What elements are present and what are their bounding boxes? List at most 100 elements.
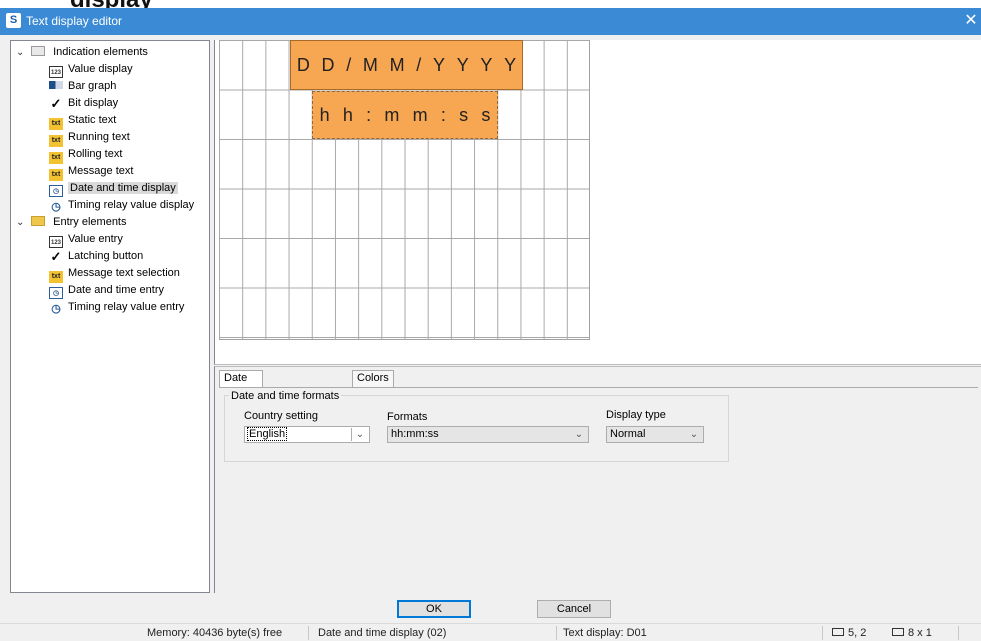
time-cell: h — [342, 104, 353, 125]
status-separator — [308, 626, 309, 640]
combo-separator — [351, 428, 352, 441]
time-display-element[interactable]: h h : m m : s s — [312, 91, 498, 139]
tree-group-indication[interactable]: ⌄ Indication elements — [16, 44, 148, 61]
date-cell: M — [362, 54, 378, 75]
close-icon[interactable]: ✕ — [963, 11, 979, 31]
tree-item-rolling-text[interactable]: txt Rolling text — [49, 146, 123, 164]
chevron-down-icon[interactable]: ⌄ — [16, 44, 28, 61]
time-cell: s — [459, 104, 469, 125]
tree-item-label: Value entry — [68, 233, 123, 245]
page-header-fragment: display — [0, 0, 981, 8]
display-type-value: Normal — [610, 428, 646, 440]
date-time-formats-group: Date and time formats Country setting En… — [224, 390, 729, 462]
date-cell: / — [416, 54, 422, 75]
timing-relay-display-icon: ◷ — [51, 201, 61, 213]
tab-content: Date and time formats Country setting En… — [219, 387, 978, 590]
date-cell: Y — [480, 54, 493, 75]
status-separator — [958, 626, 959, 640]
tree-item-bit-display[interactable]: ✓ Bit display — [49, 95, 119, 112]
tree-item-label: Rolling text — [68, 148, 123, 160]
status-display: Text display: D01 — [563, 627, 647, 639]
element-tree[interactable]: ⌄ Indication elements 123 Value display B… — [10, 40, 210, 593]
status-bar: Memory: 40436 byte(s) free Date and time… — [0, 623, 981, 641]
group-title: Date and time formats — [229, 390, 342, 402]
tree-item-value-entry[interactable]: 123 Value entry — [49, 231, 123, 248]
display-canvas[interactable]: D D / M M / Y Y Y Y h h : m m : s s — [214, 40, 981, 365]
tree-item-message-text-selection[interactable]: txt Message text selection — [49, 265, 180, 283]
time-cell: : — [366, 104, 372, 125]
tree-item-label: Date and time display — [68, 182, 178, 194]
formats-select[interactable]: hh:mm:ss ⌄ — [387, 426, 589, 443]
value-display-icon: 123 — [49, 66, 63, 78]
tree-item-message-text[interactable]: txt Message text — [49, 163, 133, 181]
tree-item-static-text[interactable]: txt Static text — [49, 112, 117, 130]
tree-group-label: Indication elements — [53, 46, 148, 58]
properties-panel: Date and time display (02) Colors Date a… — [214, 366, 981, 593]
status-position-value: 5, 2 — [848, 627, 867, 639]
date-cell: Y — [504, 54, 517, 75]
tree-item-label: Bit display — [68, 97, 119, 109]
time-cell: h — [319, 104, 330, 125]
date-cell: / — [346, 54, 352, 75]
date-display-element[interactable]: D D / M M / Y Y Y Y — [290, 40, 523, 90]
formats-value: hh:mm:ss — [391, 428, 439, 440]
country-setting-value: English — [246, 427, 288, 441]
status-size-value: 8 x 1 — [908, 627, 932, 639]
time-cell: m — [412, 104, 428, 125]
position-icon — [832, 628, 844, 636]
status-memory: Memory: 40436 byte(s) free — [147, 627, 283, 639]
chevron-down-icon[interactable]: ⌄ — [353, 427, 367, 442]
date-time-entry-icon: ◷ — [49, 287, 63, 299]
tree-item-running-text[interactable]: txt Running text — [49, 129, 130, 147]
display-grid[interactable]: D D / M M / Y Y Y Y h h : m m : s s — [219, 40, 590, 340]
checkmark-icon: ✓ — [50, 96, 62, 111]
tree-item-date-time-display[interactable]: ◷ Date and time display — [49, 180, 178, 197]
tree-group-label: Entry elements — [53, 216, 127, 228]
tree-item-latching-button[interactable]: ✓ Latching button — [49, 248, 144, 265]
country-setting-select[interactable]: English ⌄ — [244, 426, 370, 443]
time-cell: : — [440, 104, 446, 125]
chevron-down-icon[interactable]: ⌄ — [687, 427, 701, 442]
timing-relay-entry-icon: ◷ — [51, 303, 61, 315]
tree-item-label: Message text selection — [68, 267, 180, 279]
chevron-down-icon[interactable]: ⌄ — [16, 214, 28, 231]
tree-item-value-display[interactable]: 123 Value display — [49, 61, 133, 78]
tree-item-label: Timing relay value display — [68, 199, 195, 211]
country-setting-label: Country setting — [244, 410, 318, 422]
display-type-select[interactable]: Normal ⌄ — [606, 426, 704, 443]
tree-item-timing-relay-entry[interactable]: ◷ Timing relay value entry — [49, 299, 184, 316]
date-cell: Y — [456, 54, 469, 75]
tree-item-label: Latching button — [68, 250, 144, 262]
display-type-label: Display type — [606, 409, 666, 421]
folder-icon — [31, 46, 46, 56]
app-icon: S — [6, 13, 21, 28]
bar-graph-icon — [49, 81, 63, 89]
tree-item-label: Running text — [68, 131, 130, 143]
tab-colors[interactable]: Colors — [352, 370, 394, 387]
tree-item-timing-relay-display[interactable]: ◷ Timing relay value display — [49, 197, 194, 214]
chevron-down-icon[interactable]: ⌄ — [572, 427, 586, 442]
time-cell: s — [481, 104, 491, 125]
cancel-button[interactable]: Cancel — [537, 600, 611, 618]
ok-button[interactable]: OK — [397, 600, 471, 618]
date-time-display-icon: ◷ — [49, 185, 63, 197]
value-entry-icon: 123 — [49, 236, 63, 248]
time-cell: m — [384, 104, 400, 125]
status-position: 5, 2 — [832, 626, 866, 640]
tree-item-date-time-entry[interactable]: ◷ Date and time entry — [49, 282, 164, 299]
tab-date-time-display[interactable]: Date and time display (02) — [219, 370, 264, 444]
tree-item-bar-graph[interactable]: Bar graph — [49, 78, 116, 95]
status-size: 8 x 1 — [892, 626, 932, 640]
date-cell: Y — [433, 54, 446, 75]
date-cell: D — [321, 54, 335, 75]
tree-group-entry[interactable]: ⌄ Entry elements — [16, 214, 127, 231]
status-element: Date and time display (02) — [318, 627, 447, 639]
status-separator — [556, 626, 557, 640]
tree-item-label: Static text — [68, 114, 117, 126]
date-cell: D — [296, 54, 310, 75]
tree-item-label: Timing relay value entry — [68, 301, 185, 313]
date-cell: M — [389, 54, 405, 75]
tree-item-label: Value display — [68, 63, 133, 75]
tree-item-label: Date and time entry — [68, 284, 164, 296]
status-separator — [822, 626, 823, 640]
